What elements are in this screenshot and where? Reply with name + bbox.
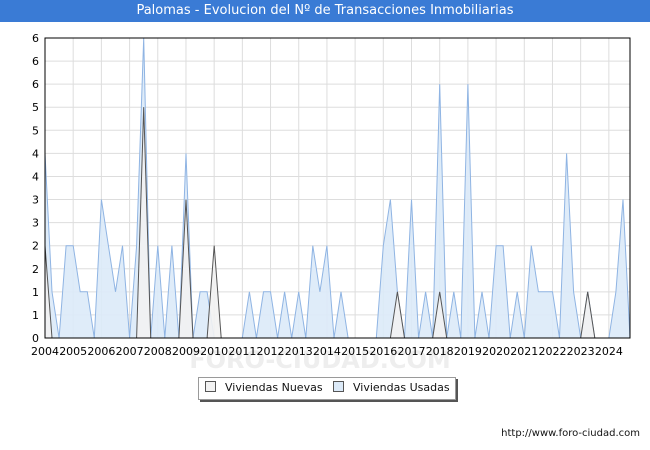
x-axis-tick-labels: 2004 2005 2006 2007 2008 2009 2010 2011 2012 2013…: [31, 345, 623, 358]
x-tick-label: 2016: [369, 345, 397, 358]
x-tick-label: 2014: [313, 345, 341, 358]
x-tick-label: 2023: [567, 345, 595, 358]
x-tick-label: 2008: [144, 345, 172, 358]
y-tick-label: 4: [32, 170, 39, 183]
x-tick-label: 2009: [172, 345, 200, 358]
legend-swatch-nuevas: [205, 381, 216, 392]
x-tick-label: 2010: [200, 345, 228, 358]
x-tick-label: 2020: [482, 345, 510, 358]
legend-label-usadas: Viviendas Usadas: [353, 381, 450, 394]
series-viviendas-usadas: [44, 37, 631, 339]
y-tick-label: 1: [32, 309, 39, 322]
source-link[interactable]: http://www.foro-ciudad.com: [501, 428, 640, 439]
x-tick-label: 2015: [341, 345, 369, 358]
x-tick-label: 2021: [510, 345, 538, 358]
y-tick-label: 3: [32, 217, 39, 230]
y-tick-label: 2: [32, 240, 39, 253]
x-tick-label: 2019: [454, 345, 482, 358]
y-tick-label: 3: [32, 194, 39, 207]
x-tick-label: 2005: [59, 345, 87, 358]
y-tick-label: 5: [32, 124, 39, 137]
x-tick-label: 2024: [595, 345, 623, 358]
x-tick-label: 2017: [398, 345, 426, 358]
legend-item-nuevas: Viviendas Nuevas: [205, 381, 323, 395]
y-tick-label: 0: [32, 332, 39, 345]
y-tick-label: 6: [32, 78, 39, 91]
y-tick-label: 4: [32, 147, 39, 160]
y-axis-tick-labels: 0 1 1 2 2 3 3 4 4 5 5 6 6 6: [32, 32, 39, 345]
x-tick-label: 2022: [538, 345, 566, 358]
x-tick-label: 2004: [31, 345, 59, 358]
y-tick-label: 6: [32, 55, 39, 68]
legend-label-nuevas: Viviendas Nuevas: [225, 381, 323, 394]
y-tick-label: 6: [32, 32, 39, 45]
x-tick-label: 2007: [116, 345, 144, 358]
legend-item-usadas: Viviendas Usadas: [333, 381, 450, 395]
x-tick-label: 2006: [87, 345, 115, 358]
legend-swatch-usadas: [333, 381, 344, 392]
x-tick-label: 2011: [228, 345, 256, 358]
x-tick-label: 2018: [426, 345, 454, 358]
y-tick-label: 1: [32, 286, 39, 299]
legend: Viviendas Nuevas Viviendas Usadas: [198, 377, 456, 400]
x-tick-label: 2012: [257, 345, 285, 358]
x-tick-label: 2013: [285, 345, 313, 358]
y-tick-label: 5: [32, 101, 39, 114]
y-tick-label: 2: [32, 263, 39, 276]
